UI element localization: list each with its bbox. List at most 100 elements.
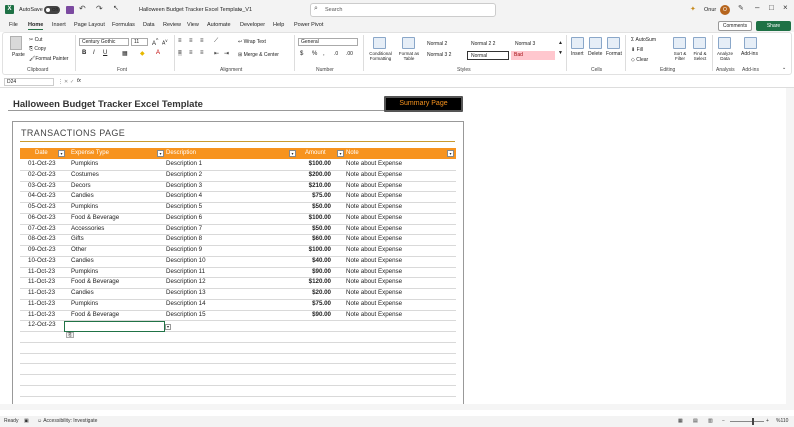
comments-button[interactable]: Comments xyxy=(718,21,752,31)
align-bottom-icon[interactable]: ≡ xyxy=(200,38,204,44)
conditional-formatting-button[interactable]: Conditional Formatting xyxy=(367,51,394,61)
outdent-icon[interactable]: ⇥ xyxy=(224,50,229,57)
minimize-icon[interactable]: – xyxy=(755,3,759,12)
filter-type-button[interactable]: ▾ xyxy=(157,150,164,157)
cell-desc[interactable]: Description 13 xyxy=(166,288,206,298)
style-normal-2-2[interactable]: Normal 2 2 xyxy=(468,40,508,49)
cell-date[interactable]: 08-Oct-23 xyxy=(28,234,56,244)
tab-home[interactable]: Home xyxy=(28,22,44,30)
cell-date[interactable]: 05-Oct-23 xyxy=(28,202,56,212)
cell-note[interactable]: Note about Expense xyxy=(346,191,402,201)
pen-icon[interactable]: ✎ xyxy=(738,4,744,12)
cell-desc[interactable]: Description 9 xyxy=(166,245,202,255)
paste-button[interactable]: Paste xyxy=(12,52,25,58)
zoom-level[interactable]: %110 xyxy=(776,418,788,424)
cell-dropdown-button[interactable]: ▾ xyxy=(165,324,171,330)
enter-icon[interactable]: ✓ xyxy=(70,79,74,85)
sort-filter-button[interactable]: Sort & Filter xyxy=(670,51,690,61)
font-name-select[interactable]: Century Gothic xyxy=(79,38,129,46)
cell-type[interactable]: Decors xyxy=(71,181,91,191)
paste-options-icon[interactable]: ⎘ xyxy=(66,332,74,338)
fx-button[interactable]: fx xyxy=(77,78,81,84)
increase-decimal-icon[interactable]: .0 xyxy=(334,51,338,57)
copy-button[interactable]: ⎘ Copy xyxy=(29,46,46,52)
close-icon[interactable]: × xyxy=(783,3,788,12)
italic-button[interactable]: I xyxy=(93,50,95,56)
macro-record-icon[interactable]: ▣ xyxy=(24,418,29,424)
cell-note[interactable]: Note about Expense xyxy=(346,234,402,244)
share-button[interactable]: Share xyxy=(756,21,791,31)
add-ins-button[interactable]: Add-ins xyxy=(741,51,758,57)
format-cells-icon[interactable] xyxy=(607,37,620,49)
tab-automate[interactable]: Automate xyxy=(207,22,231,28)
cell-type[interactable]: Pumpkins xyxy=(71,299,98,309)
bold-button[interactable]: B xyxy=(82,50,86,56)
sort-filter-icon[interactable] xyxy=(673,37,686,49)
cell-note[interactable]: Note about Expense xyxy=(346,245,402,255)
undo-icon[interactable]: ↶ xyxy=(79,4,86,13)
increase-font-icon[interactable]: A^ xyxy=(152,38,158,47)
cell-type[interactable]: Pumpkins xyxy=(71,202,98,212)
tab-file[interactable]: File xyxy=(9,22,18,28)
cell-type[interactable]: Candies xyxy=(71,288,94,298)
cell-note[interactable]: Note about Expense xyxy=(346,299,402,309)
horizontal-scrollbar[interactable] xyxy=(0,404,786,410)
normal-view-icon[interactable]: ▦ xyxy=(678,418,683,424)
save-icon[interactable] xyxy=(66,6,74,14)
decrease-decimal-icon[interactable]: .00 xyxy=(346,51,353,57)
cell-note[interactable]: Note about Expense xyxy=(346,181,402,191)
cell-date[interactable]: 11-Oct-23 xyxy=(28,267,55,277)
cell-desc[interactable]: Description 4 xyxy=(166,191,202,201)
cell-desc[interactable]: Description 5 xyxy=(166,202,202,212)
cell-note[interactable]: Note about Expense xyxy=(346,288,402,298)
add-ins-icon[interactable] xyxy=(744,37,757,49)
merge-center-button[interactable]: ⊞ Merge & Center xyxy=(238,52,279,58)
style-normal-2[interactable]: Normal 2 xyxy=(424,40,464,49)
number-format-select[interactable]: General xyxy=(298,38,358,46)
tab-review[interactable]: Review xyxy=(163,22,181,28)
cell-desc[interactable]: Description 15 xyxy=(166,310,206,320)
cell-date[interactable]: 12-Oct-23 xyxy=(28,320,56,330)
cell-desc[interactable]: Description 3 xyxy=(166,181,202,191)
cell-desc[interactable]: Description 6 xyxy=(166,213,202,223)
cell-type[interactable]: Costumes xyxy=(71,170,99,180)
conditional-formatting-icon[interactable] xyxy=(373,37,386,49)
filter-description-button[interactable]: ▾ xyxy=(289,150,296,157)
cell-note[interactable]: Note about Expense xyxy=(346,267,402,277)
cell-amount[interactable]: $100.00 xyxy=(291,159,331,169)
cell-amount[interactable]: $40.00 xyxy=(291,256,331,266)
cell-date[interactable]: 02-Oct-23 xyxy=(28,170,56,180)
chevron-down-icon[interactable]: ⌄ xyxy=(238,6,243,13)
cell-desc[interactable]: Description 12 xyxy=(166,277,206,287)
align-center-icon[interactable]: ≡ xyxy=(189,50,193,56)
formula-input[interactable] xyxy=(86,78,786,86)
cell-desc[interactable]: Description 11 xyxy=(166,267,205,277)
cell-amount[interactable]: $100.00 xyxy=(291,213,331,223)
font-size-select[interactable]: 11 xyxy=(131,38,148,46)
name-box[interactable]: D24 xyxy=(4,78,54,86)
cell-desc[interactable]: Description 1 xyxy=(166,159,202,169)
page-layout-view-icon[interactable]: ▤ xyxy=(693,418,698,424)
indent-icon[interactable]: ⇤ xyxy=(214,50,219,57)
font-color-icon[interactable]: A xyxy=(156,50,160,56)
cell-date[interactable]: 01-Oct-23 xyxy=(28,159,56,169)
delete-button[interactable]: Delete xyxy=(588,51,602,57)
cell-type[interactable]: Accessories xyxy=(71,224,104,234)
borders-icon[interactable]: ▦ xyxy=(122,50,128,57)
zoom-in-icon[interactable]: + xyxy=(766,418,769,424)
style-bad[interactable]: Bad xyxy=(511,51,555,60)
styles-scroll-down-icon[interactable]: ▼ xyxy=(558,50,563,56)
fill-color-icon[interactable]: ◆ xyxy=(140,50,145,57)
cell-type[interactable]: Food & Beverage xyxy=(71,213,119,223)
wrap-text-button[interactable]: ↩ Wrap Text xyxy=(238,39,266,45)
cell-date[interactable]: 07-Oct-23 xyxy=(28,224,56,234)
zoom-slider-thumb[interactable] xyxy=(752,418,754,425)
cell-note[interactable]: Note about Expense xyxy=(346,159,402,169)
cell-note[interactable]: Note about Expense xyxy=(346,224,402,234)
maximize-icon[interactable]: □ xyxy=(769,3,774,12)
cell-date[interactable]: 03-Oct-23 xyxy=(28,181,56,191)
cell-note[interactable]: Note about Expense xyxy=(346,256,402,266)
lightbulb-icon[interactable]: ✦ xyxy=(690,5,696,13)
style-normal-3[interactable]: Normal 3 xyxy=(512,40,552,49)
cell-amount[interactable]: $210.00 xyxy=(291,181,331,191)
